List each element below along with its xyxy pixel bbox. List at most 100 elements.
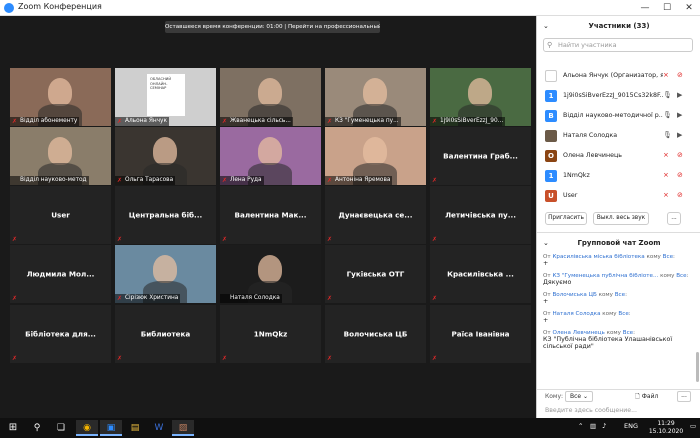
video-tile[interactable]: Відділ абонементу ✗ [10,68,111,126]
zoom-icon[interactable]: ▣ [100,420,122,436]
video-tile[interactable]: Сірізюк Христина ✗ [115,245,216,303]
file-explorer-icon[interactable]: ▤ [124,420,146,436]
video-tile[interactable]: Гуківська ОТГ ✗ [325,245,426,303]
file-label: Файл [641,393,659,400]
video-tile[interactable]: Ольга Тарасова ✗ [115,127,216,185]
mic-muted-icon[interactable]: ⨯ [663,71,669,79]
participant-search-input[interactable]: ⚲ Найти участника [543,38,693,52]
mic-muted-icon: ✗ [432,177,438,184]
avatar [545,70,557,82]
video-tile[interactable]: Бібліотека для... ✗ [10,305,111,363]
chat-input[interactable]: Введите здесь сообщение... [545,407,637,414]
to-prefix: кому [660,273,675,279]
chevron-down-icon[interactable]: ⌄ [543,16,549,36]
camera-icon[interactable]: ▶ [677,131,682,139]
recipient-select[interactable]: Все ⌄ [565,391,593,402]
video-tile[interactable]: Наталя Солодка [220,245,321,303]
chat-sender: Наталя Солодка [552,311,601,317]
maximize-button[interactable]: ☐ [656,1,678,15]
participant-row[interactable]: О Олена Левчинець ⨯ ⊘ [537,146,700,166]
chevron-down-icon[interactable]: ⌄ [543,235,549,251]
search-icon: ⚲ [547,41,553,49]
tray-arrow-icon[interactable]: ⌃ [578,422,583,430]
participant-row[interactable]: Альона Янчук (Организатор, я) ⨯ ⊘ [537,66,700,86]
chat-message: От Наталя Солодка кому Все: + [543,311,693,324]
mic-muted-icon: ✗ [117,355,123,362]
mic-icon[interactable]: 🎙 [663,111,672,119]
participant-name: Летичівська пу... [445,210,516,220]
search-icon[interactable]: ⚲ [26,420,48,436]
task-view-icon[interactable]: ❏ [50,420,72,436]
chat-scrollbar[interactable] [696,352,699,382]
participant-name: Центральна біб... [128,210,203,220]
mic-icon[interactable]: 🎙 [663,131,672,139]
participant-row[interactable]: U User ⨯ ⊘ [537,186,700,206]
close-button[interactable]: ✕ [678,1,700,15]
mic-muted-icon: ✗ [327,177,333,184]
video-tile[interactable]: Раїса Іванівна ✗ [430,305,531,363]
chat-recipient: Все [676,273,687,279]
participant-name-caption: Відділ науково-метод [10,176,89,185]
windows-start-icon[interactable]: ⊞ [2,420,24,436]
participant-row[interactable]: 1 1j9i0sSiBverEzzJ_9015Cs32k8F... 🎙 ▶ [537,86,700,106]
mic-muted-icon: ✗ [222,236,228,243]
video-tile[interactable]: Валентина Мак... ✗ [220,186,321,244]
camera-off-icon[interactable]: ⊘ [677,191,683,199]
participant-name: Валентина Граб... [443,151,518,161]
mic-icon[interactable]: 🎙 [663,91,672,99]
camera-icon[interactable]: ▶ [677,91,682,99]
volume-icon[interactable]: ♪ [602,422,606,430]
video-tile[interactable]: User ✗ [10,186,111,244]
video-tile[interactable]: Красилівська ... ✗ [430,245,531,303]
camera-icon[interactable]: ▶ [677,111,682,119]
video-tile[interactable]: ОБЛАСНИЙ ОНЛАЙН- СЕМІНАР Альона Янчук ✗ [115,68,216,126]
more-button[interactable]: ... [667,212,681,225]
participant-name-caption: Антоніна Яремова [325,176,393,185]
video-tile[interactable]: Валентина Граб... ✗ [430,127,531,185]
participant-row[interactable]: В Відділ науково-методичної р... 🎙 ▶ [537,106,700,126]
slide-line: ОБЛАСНИЙ ОНЛАЙН- [150,77,172,86]
video-tile[interactable]: Лена Руда ✗ [220,127,321,185]
video-tile[interactable]: Летичівська пу... ✗ [430,186,531,244]
camera-off-icon[interactable]: ⊘ [677,171,683,179]
chat-message: От Олена Левчинець кому Все: КЗ "Публічна… [543,330,693,350]
time-remaining-banner[interactable]: Оставшееся время конференции: 01:00 | Пе… [165,21,380,33]
video-tile[interactable]: Антоніна Яремова ✗ [325,127,426,185]
invite-button[interactable]: Пригласить [545,212,587,225]
chat-messages: От Красилівська міська бібліотека кому В… [543,254,693,356]
video-tile[interactable]: 1j9i0sSiBverEzzJ_90... ✗ [430,68,531,126]
video-tile[interactable]: Центральна біб... ✗ [115,186,216,244]
network-icon[interactable]: ▥ [590,422,596,430]
language-indicator[interactable]: ENG [624,422,638,430]
participant-row[interactable]: 1 1NmQkz ⨯ ⊘ [537,166,700,186]
to-prefix: кому [602,311,617,317]
chat-title: Групповой чат Zoom [577,239,661,247]
video-tile[interactable]: Дунаєвецька се... ✗ [325,186,426,244]
mic-muted-icon[interactable]: ⨯ [663,171,669,179]
video-tile[interactable]: Жванецька сільсь... ✗ [220,68,321,126]
participant-name: Красилівська ... [447,269,514,279]
chrome-icon[interactable]: ◉ [76,420,98,436]
mic-muted-icon[interactable]: ⨯ [663,151,669,159]
notifications-icon[interactable]: ▭ [690,422,696,430]
mute-all-button[interactable]: Выкл. весь звук [593,212,649,225]
video-tile[interactable]: 1NmQkz ✗ [220,305,321,363]
photo-app-icon[interactable]: ▨ [172,420,194,436]
video-tile[interactable]: Библиотека ✗ [115,305,216,363]
chat-more-button[interactable]: ... [677,391,691,402]
clock[interactable]: 11:29 15.10.2020 [646,420,686,436]
mic-muted-icon: ✗ [432,236,438,243]
minimize-button[interactable]: — [634,1,656,15]
video-tile[interactable]: Волочиська ЦБ ✗ [325,305,426,363]
word-icon[interactable]: W [148,420,170,436]
participant-silhouette [48,137,72,165]
video-tile[interactable]: Відділ науково-метод [10,127,111,185]
mic-muted-icon[interactable]: ⨯ [663,191,669,199]
camera-off-icon[interactable]: ⊘ [677,151,683,159]
video-tile[interactable]: Людмила Мол... ✗ [10,245,111,303]
participant-row[interactable]: Наталя Солодка 🎙 ▶ [537,126,700,146]
participant-actions: Пригласить Выкл. весь звук ... [537,212,700,228]
video-tile[interactable]: КЗ "Гуменецька пу... ✗ [325,68,426,126]
file-button[interactable]: 🗋 Файл [635,391,665,402]
camera-off-icon[interactable]: ⊘ [677,71,683,79]
